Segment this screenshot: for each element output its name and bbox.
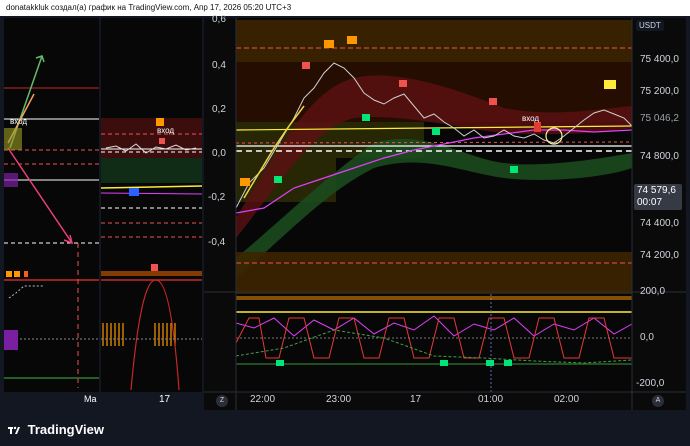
price-tag-timer: 00:07 (637, 197, 663, 208)
left-axis-neg-0-4: -0,4 (208, 237, 226, 248)
middle-entry-label: вход (157, 126, 175, 135)
zoom-reset-button[interactable]: Z (216, 395, 228, 407)
time-axis-0200: 02:00 (554, 394, 580, 405)
snapshot-caption: donatakkluk создал(а) график на TradingV… (0, 0, 690, 16)
left-time-label: Ma (84, 394, 97, 404)
time-axis-0100: 01:00 (478, 394, 504, 405)
left-axis-0-4: 0,4 (212, 60, 226, 71)
right-axis-74400: 74 400,0 (640, 218, 679, 229)
middle-time-label: 17 (159, 394, 171, 405)
tradingview-logo[interactable]: TradingView (8, 422, 104, 437)
time-axis-2200: 22:00 (250, 394, 276, 405)
current-price-label: 75 046,2 (640, 113, 679, 124)
tradingview-icon (8, 426, 20, 434)
tradingview-snapshot: donatakkluk создал(а) график на TradingV… (0, 0, 690, 446)
middle-chart-drawing (101, 18, 202, 392)
right-axis-75400: 75 400,0 (640, 54, 679, 65)
right-axis-74200: 74 200,0 (640, 250, 679, 261)
left-axis-neg-0-2: -0,2 (208, 192, 226, 203)
main-chart-drawing (204, 18, 686, 410)
left-entry-label: вход (10, 117, 28, 126)
osc-axis-200: 200,0 (640, 286, 666, 297)
auto-scale-button[interactable]: A (652, 395, 664, 407)
left-chart-drawing (4, 18, 99, 392)
time-axis-17: 17 (410, 394, 422, 405)
time-axis-2300: 23:00 (326, 394, 352, 405)
branding-bar: TradingView (0, 412, 690, 446)
price-tag-value: 74 579,6 (637, 185, 676, 196)
left-axis-0-0: 0,0 (212, 148, 226, 159)
middle-chart-pane[interactable]: вход 17 (101, 18, 202, 405)
right-axis-74800: 74 800,0 (640, 151, 679, 162)
left-chart-pane[interactable]: вход Ma (4, 18, 99, 404)
brand-label: TradingView (27, 422, 104, 437)
main-entry-label: вход (522, 114, 540, 123)
currency-label[interactable]: USDT (636, 20, 664, 31)
osc-axis-0: 0,0 (640, 332, 654, 343)
osc-axis-neg-200: -200,0 (636, 378, 665, 389)
price-tag: 74 579,6 00:07 (634, 184, 682, 210)
left-axis-0-2: 0,2 (212, 104, 226, 115)
left-axis-0-6: 0,6 (212, 14, 226, 25)
right-axis-75200: 75 200,0 (640, 86, 679, 97)
main-chart-pane[interactable]: 0,6 0,4 0,2 0,0 -0,2 -0,4 USDT 75 400,0 … (204, 14, 686, 410)
